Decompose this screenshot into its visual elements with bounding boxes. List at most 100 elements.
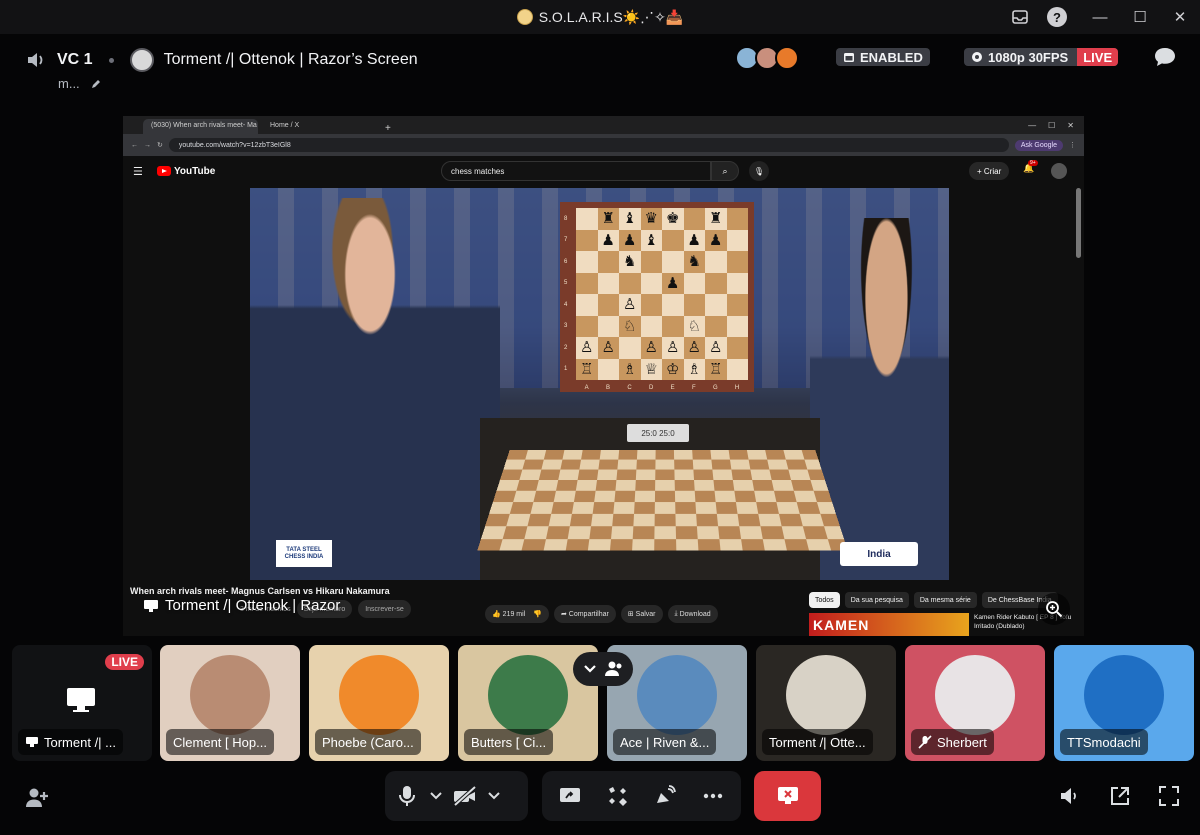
channel-status[interactable]: m... xyxy=(58,76,80,91)
browser-minimize-icon[interactable]: — xyxy=(1028,121,1036,130)
thumbs-down-icon[interactable]: 👎 xyxy=(533,610,542,618)
like-button[interactable]: 👍 219 mil 👎 xyxy=(485,605,549,623)
channel-name[interactable]: VC 1 xyxy=(57,51,93,69)
filter-chip[interactable]: Todos xyxy=(809,592,840,608)
create-button[interactable]: + Criar xyxy=(969,162,1009,180)
sponsor-logo-left: TATA STEEL CHESS INDIA xyxy=(276,540,332,567)
live-badge: LIVE xyxy=(1077,48,1118,66)
save-button[interactable]: ⊞ Salvar xyxy=(621,605,663,623)
participant-toggle[interactable] xyxy=(573,652,633,686)
address-bar[interactable]: youtube.com/watch?v=12zbT3eIGl8 xyxy=(169,138,1009,152)
participant-name-label: TTSmodachi xyxy=(1060,729,1148,755)
board-square: ♙ xyxy=(641,337,663,359)
microphone-icon xyxy=(398,785,416,807)
board-square xyxy=(727,230,749,252)
viewer-avatars[interactable] xyxy=(735,46,795,70)
fullscreen-icon xyxy=(1158,785,1180,807)
menu-icon[interactable]: ☰ xyxy=(133,165,149,178)
participant-tile[interactable]: TTSmodachi xyxy=(1054,645,1194,761)
file-label: H xyxy=(735,385,739,391)
extensions-icon[interactable]: ⋮ xyxy=(1069,141,1076,149)
streamer-avatar[interactable] xyxy=(130,48,154,72)
youtube-play-icon xyxy=(157,166,171,176)
browser-tab[interactable]: Home / X xyxy=(262,119,377,134)
ask-google-button[interactable]: Ask Google xyxy=(1015,140,1063,151)
download-button[interactable]: ⤓ Download xyxy=(668,605,718,623)
participant-avatar xyxy=(1084,655,1164,735)
inbox-icon[interactable] xyxy=(1010,7,1030,27)
screen-share[interactable]: (5030) When arch rivals meet- Ma Home / … xyxy=(123,116,1084,636)
popout-button[interactable] xyxy=(1108,784,1132,808)
activities-button[interactable] xyxy=(600,776,636,816)
board-square: ♙ xyxy=(619,294,641,316)
screen-share-button[interactable] xyxy=(552,776,588,816)
board-square xyxy=(576,273,598,295)
participant-tile[interactable]: LIVE Torment /| ... xyxy=(12,645,152,761)
microphone-icon[interactable]: 🎙 xyxy=(749,161,769,181)
new-tab-icon[interactable]: + xyxy=(381,123,395,134)
voice-channel-row: VC 1 Torment /| Ottenok | Razor’s Screen xyxy=(25,48,418,72)
filter-chip[interactable]: Da mesma série xyxy=(914,592,977,608)
fullscreen-button[interactable] xyxy=(1157,784,1181,808)
participant-tile[interactable]: Torment /| Otte... xyxy=(756,645,896,761)
camera-button[interactable] xyxy=(447,776,483,816)
chevron-down-icon xyxy=(430,792,442,800)
youtube-logo[interactable]: YouTube xyxy=(157,166,215,177)
forward-icon[interactable]: → xyxy=(144,142,151,149)
file-label: C xyxy=(627,385,631,391)
microphone-button[interactable] xyxy=(389,776,425,816)
board-square xyxy=(641,273,663,295)
minimize-button[interactable]: — xyxy=(1080,0,1120,34)
subscribe-button[interactable]: Inscrever-se xyxy=(358,600,411,618)
soundboard-button[interactable] xyxy=(647,776,683,816)
participant-tile[interactable]: Phoebe (Caro... xyxy=(309,645,449,761)
monitor-icon xyxy=(65,684,97,716)
stop-streaming-button[interactable] xyxy=(754,771,821,821)
participant-tile[interactable]: Sherbert xyxy=(905,645,1045,761)
youtube-search-input[interactable]: chess matches xyxy=(441,161,711,181)
close-button[interactable]: ✕ xyxy=(1160,0,1200,34)
people-icon[interactable] xyxy=(604,660,624,678)
participant-name-label: Clement [ Hop... xyxy=(166,729,274,755)
reload-icon[interactable]: ↻ xyxy=(157,141,163,149)
chess-clock: 25:0 25:0 xyxy=(627,424,689,442)
recommended-video-thumbnail[interactable]: KAMEN xyxy=(809,613,969,636)
board-square: ♔ xyxy=(662,359,684,381)
physical-chessboard xyxy=(477,450,848,551)
volume-button[interactable] xyxy=(1057,784,1081,808)
board-square: ♙ xyxy=(705,337,727,359)
browser-close-icon[interactable]: ✕ xyxy=(1067,121,1074,130)
zoom-button[interactable] xyxy=(1038,593,1070,625)
board-square: ♚ xyxy=(662,208,684,230)
call-header: VC 1 Torment /| Ottenok | Razor’s Screen… xyxy=(0,34,1200,104)
board-square xyxy=(684,294,706,316)
microphone-options-button[interactable] xyxy=(425,776,447,816)
board-grid: ♜ ♝ ♛ ♚ ♜ ♟ ♟ ♝ ♟ ♟ ♞ ♞ ♟ ♙ ♘ ♘ ♙ ♙ ♙ ♙ ♙ ♙ ♖ ♗ ♕ ♔ ♗ ♖ xyxy=(576,208,748,380)
page-scrollbar[interactable] xyxy=(1076,188,1081,258)
volume-icon xyxy=(1058,785,1080,807)
participant-tile[interactable]: Clement [ Hop... xyxy=(160,645,300,761)
filter-chip[interactable]: Da sua pesquisa xyxy=(845,592,909,608)
youtube-avatar[interactable] xyxy=(1051,163,1067,179)
search-icon[interactable]: ⌕ xyxy=(711,161,739,181)
maximize-button[interactable]: ☐ xyxy=(1120,0,1160,34)
board-square xyxy=(705,294,727,316)
chat-icon[interactable] xyxy=(1153,46,1177,68)
help-icon[interactable]: ? xyxy=(1047,7,1067,27)
call-controls xyxy=(0,770,1200,825)
share-button[interactable]: ➦ Compartilhar xyxy=(554,605,616,623)
participant-avatar xyxy=(637,655,717,735)
browser-tab[interactable]: (5030) When arch rivals meet- Ma xyxy=(143,119,258,134)
chevron-down-icon[interactable] xyxy=(583,664,597,674)
file-label: E xyxy=(671,385,675,391)
youtube-video-player[interactable]: 25:0 25:0 TATA STEEL CHESS INDIA India 8… xyxy=(250,188,949,580)
pencil-icon[interactable] xyxy=(90,78,102,90)
camera-options-button[interactable] xyxy=(483,776,505,816)
browser-maximize-icon[interactable]: ☐ xyxy=(1048,121,1055,130)
player-left-figure xyxy=(250,198,500,580)
board-square: ♟ xyxy=(598,230,620,252)
youtube-header: ☰ YouTube chess matches ⌕ 🎙 + Criar 🔔 9+ xyxy=(123,156,1084,186)
back-icon[interactable]: ← xyxy=(131,142,138,149)
more-options-button[interactable] xyxy=(695,776,731,816)
add-user-icon[interactable] xyxy=(24,786,50,810)
